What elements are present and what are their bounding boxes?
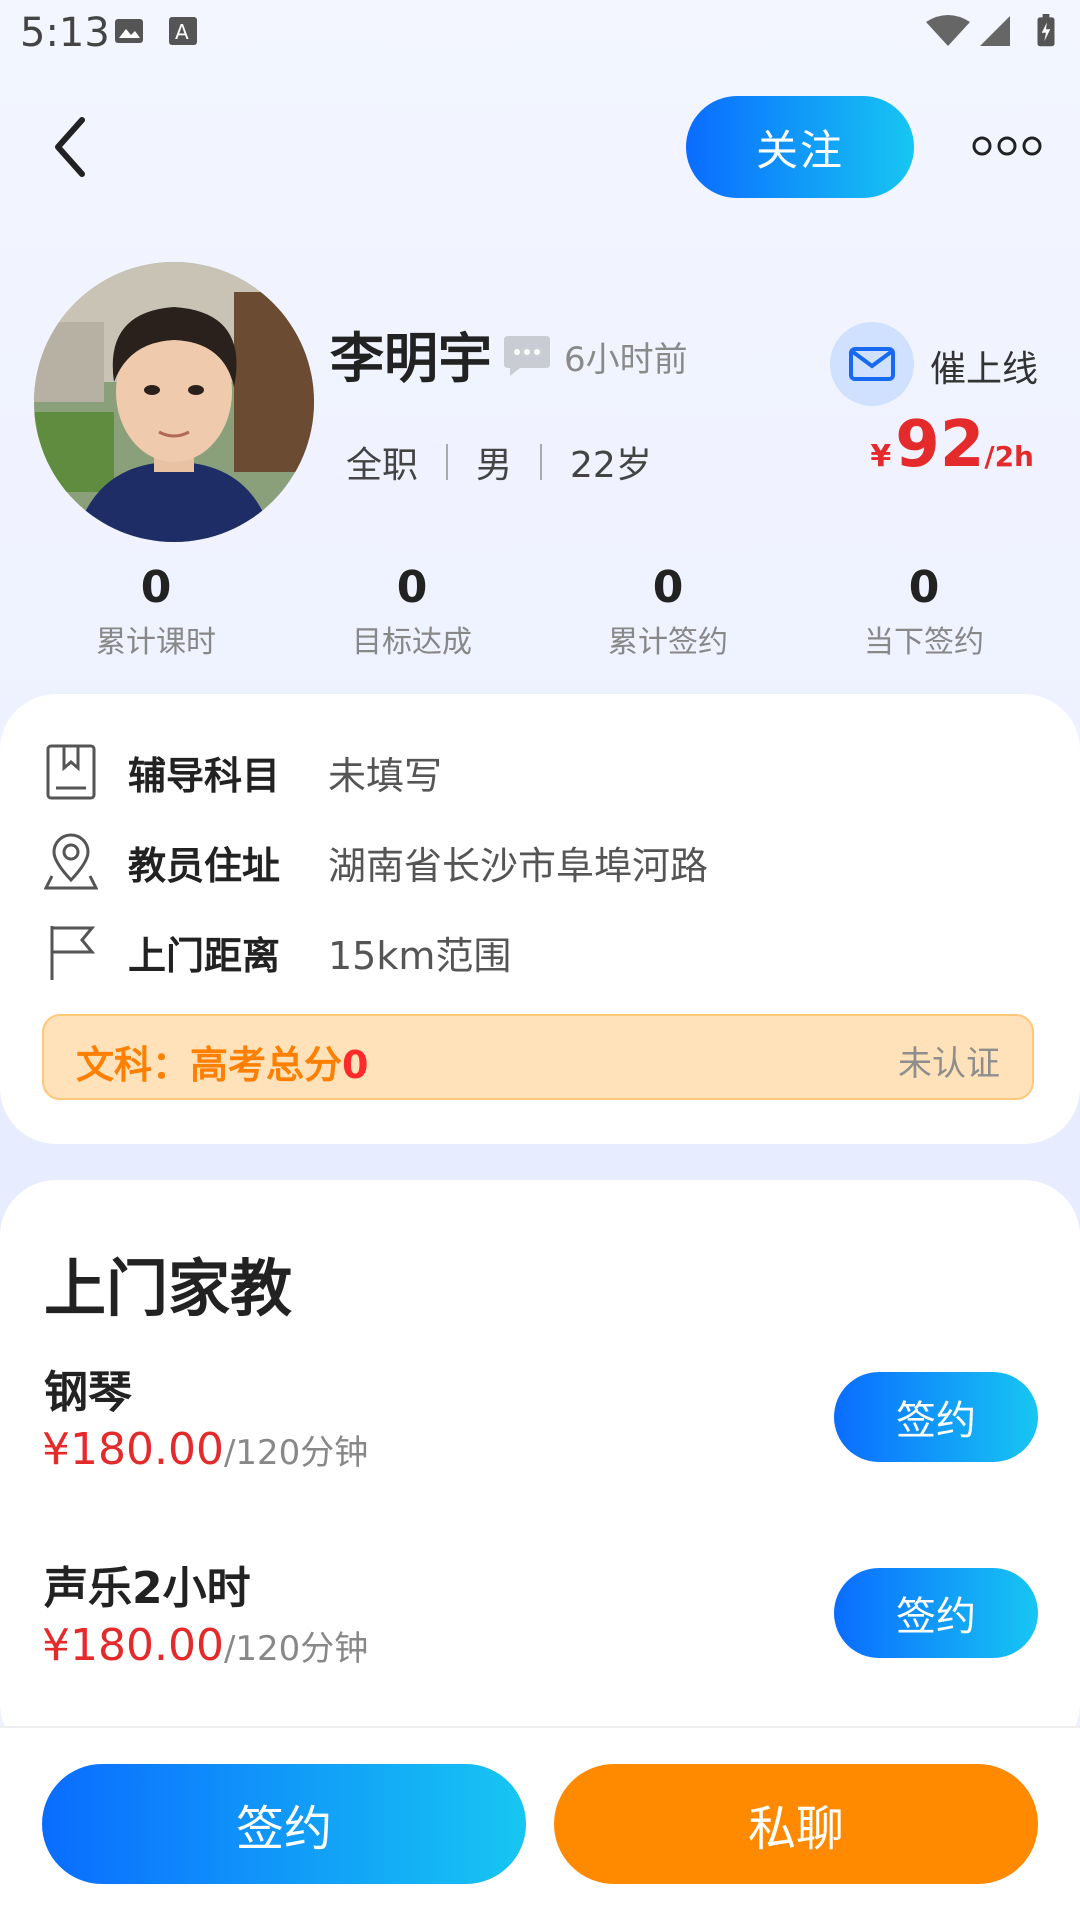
stat-total-contracts: 0 累计签约 [568,562,768,661]
mail-icon [849,347,895,381]
stat-current-contracts: 0 当下签约 [824,562,1024,661]
service-price: ¥180.00/120分钟 [42,1424,368,1475]
stat-value: 0 [908,562,940,613]
teacher-name: 李明宇 [330,327,492,390]
info-value: 未填写 [328,753,443,798]
info-row-subject: 辅导科目 未填写 [44,742,442,802]
stat-goals-achieved: 0 目标达成 [312,562,512,661]
info-row-distance: 上门距离 15km范围 [44,922,511,982]
stat-label: 累计签约 [608,625,728,660]
profile-meta: 全职 男 22岁 [346,436,652,488]
score-value: 0 [342,1043,369,1087]
cell-signal-icon [980,16,1010,46]
image-notification-icon [115,19,143,43]
status-bar: 5:13 A [0,0,1080,72]
stat-value: 0 [396,562,428,613]
exam-score-label: 文科：高考总分0 [76,1034,368,1089]
price-unit: /2h [984,440,1034,473]
back-icon[interactable] [46,112,98,182]
verification-status: 未认证 [898,1044,1000,1084]
stat-value: 0 [140,562,172,613]
exam-score-banner: 文科：高考总分0 未认证 [42,1014,1034,1100]
service-price-unit: /120分钟 [223,1433,369,1473]
service-price-value: ¥180.00 [42,1424,224,1475]
avatar [34,262,314,542]
stat-value: 0 [652,562,684,613]
info-key: 上门距离 [128,933,281,978]
price-value: 92 [895,408,985,482]
service-name: 钢琴 [44,1367,132,1418]
service-price: ¥180.00/120分钟 [42,1620,368,1671]
flag-icon [50,926,96,980]
stat-total-hours: 0 累计课时 [56,562,256,661]
location-pin-icon [44,833,98,890]
stat-label: 目标达成 [352,625,472,660]
sign-contract-button[interactable]: 签约 [42,1764,526,1884]
stat-label: 当下签约 [864,625,984,660]
more-options-icon[interactable] [972,126,1042,166]
gender: 男 [476,445,513,486]
sign-service-button[interactable]: 签约 [834,1372,1038,1462]
hourly-price: ¥ 92 /2h [870,408,1034,482]
service-price-unit: /120分钟 [223,1629,369,1669]
info-key: 辅导科目 [128,753,281,798]
divider [446,444,449,480]
stat-label: 累计课时 [96,625,216,660]
job-type: 全职 [346,445,419,486]
stats-row: 0 累计课时 0 目标达成 0 累计签约 0 当下签约 [0,562,1080,672]
font-notification-icon: A [169,17,197,45]
divider [540,444,543,480]
private-chat-button[interactable]: 私聊 [554,1764,1038,1884]
info-value: 15km范围 [328,933,512,978]
book-icon [46,744,96,800]
wifi-icon [926,15,970,46]
follow-button[interactable]: 关注 [686,96,914,198]
service-name: 声乐2小时 [44,1563,251,1614]
remind-online-button[interactable] [830,322,914,406]
age: 22岁 [570,445,652,486]
status-time: 5:13 [20,10,110,56]
sign-service-button[interactable]: 签约 [834,1568,1038,1658]
section-title: 上门家教 [44,1252,293,1325]
last-seen-text: 6小时前 [564,340,688,380]
svg-text:A: A [175,20,189,44]
score-label-text: 文科：高考总分 [76,1043,343,1087]
price-currency: ¥ [870,439,892,474]
message-bubble-icon [504,336,550,376]
info-row-address: 教员住址 湖南省长沙市阜埠河路 [44,832,708,892]
battery-icon [1037,14,1055,47]
info-value: 湖南省长沙市阜埠河路 [328,843,709,888]
info-key: 教员住址 [128,843,281,888]
service-price-value: ¥180.00 [42,1620,224,1671]
remind-online-label[interactable]: 催上线 [930,340,1038,392]
